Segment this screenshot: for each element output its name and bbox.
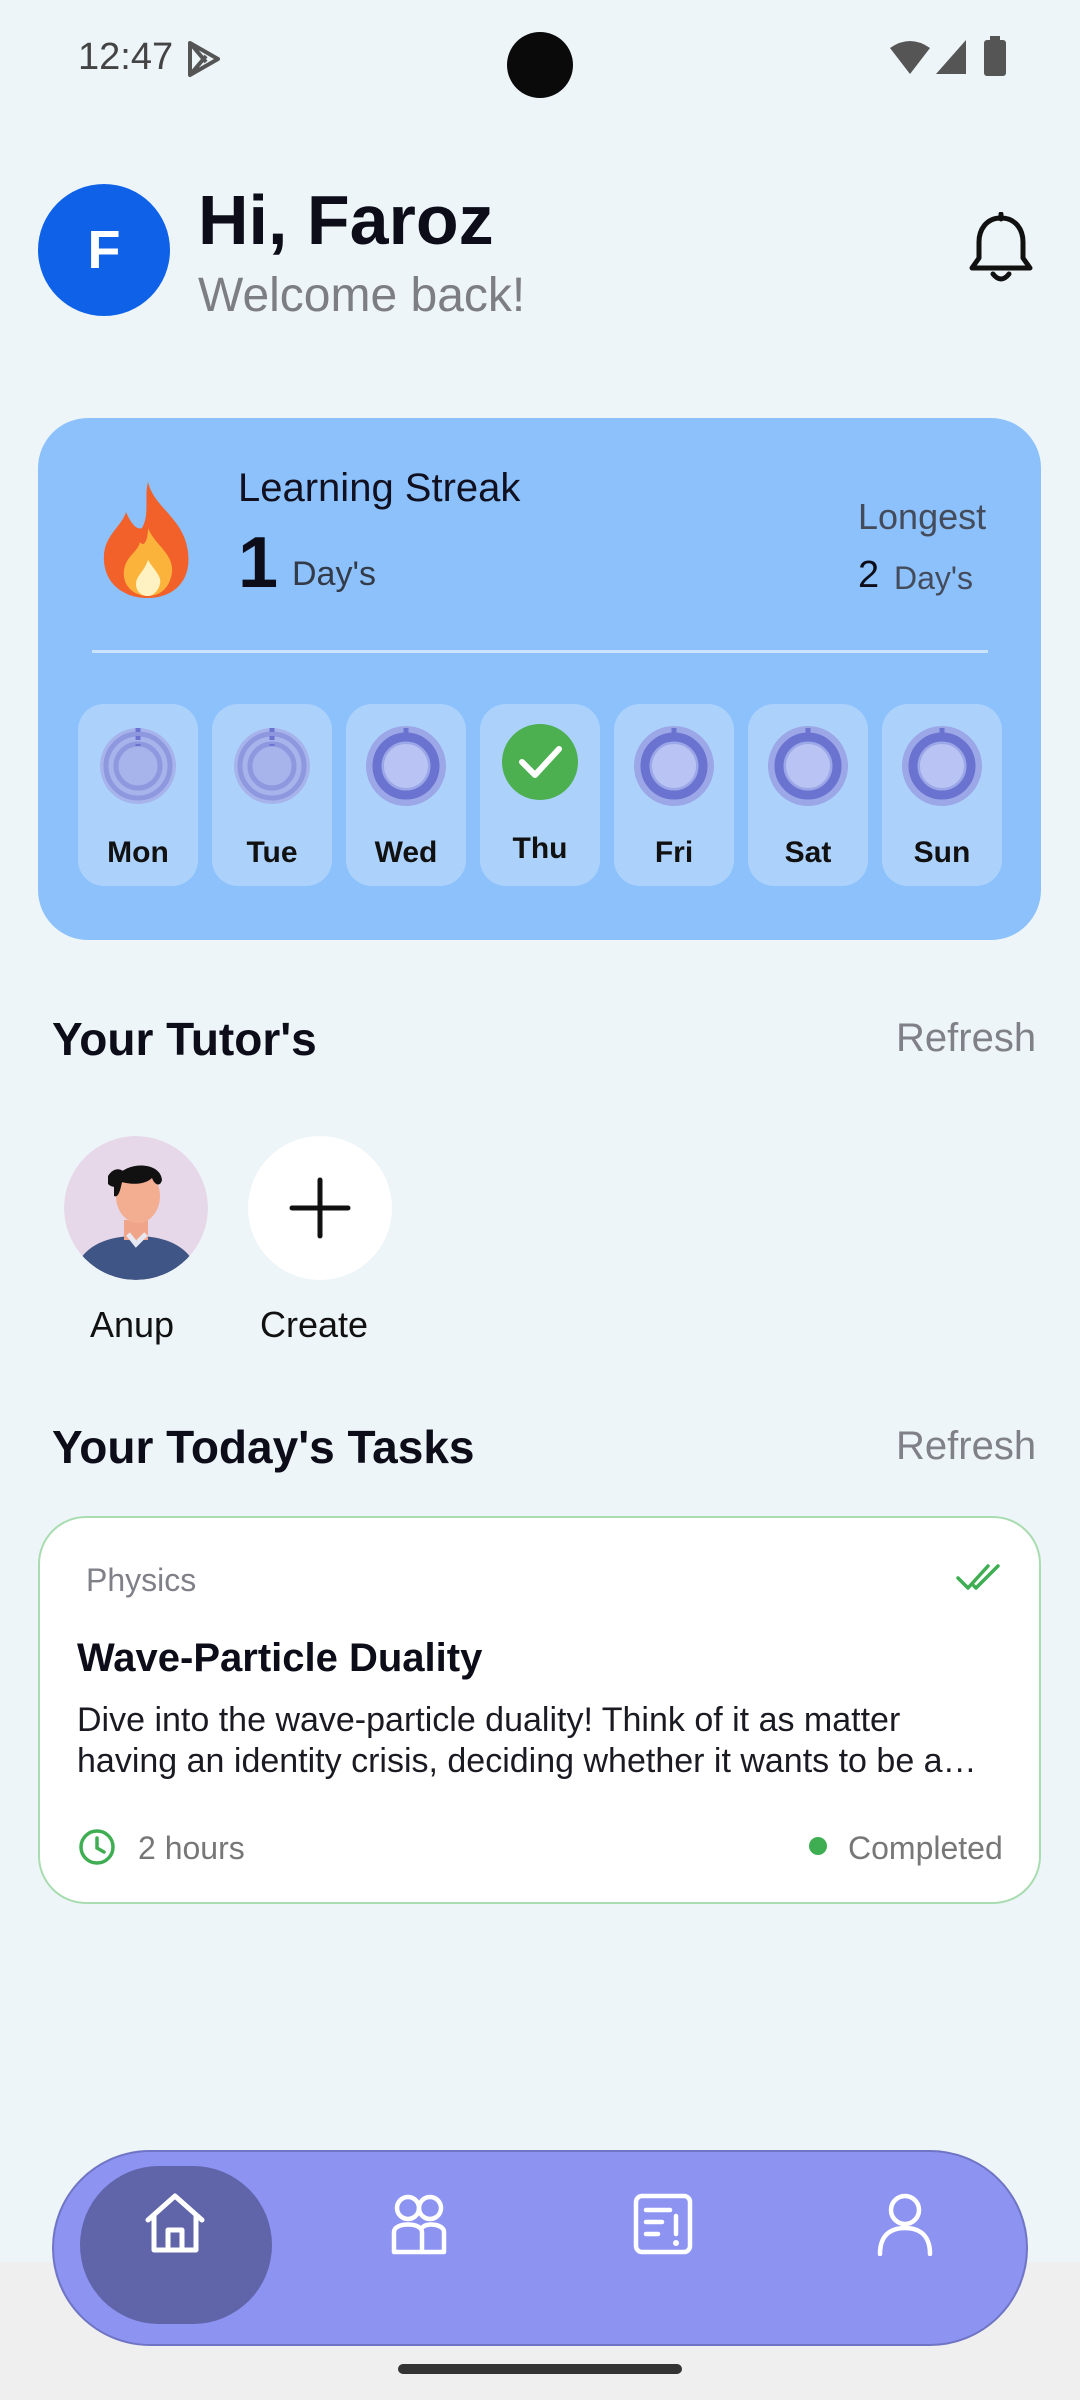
day-label: Fri [654, 836, 694, 869]
day-label: Sun [913, 836, 971, 869]
create-tutor-button[interactable] [248, 1136, 392, 1280]
user-avatar[interactable]: F [38, 184, 170, 316]
progress-ring-icon [634, 726, 714, 806]
streak-current-unit: Day's [292, 555, 376, 593]
status-time: 12:47 [78, 36, 174, 78]
progress-ring-icon [366, 726, 446, 806]
day-label: Sat [784, 836, 832, 869]
create-tutor-label: Create [259, 1304, 369, 1345]
task-title: Wave-Particle Duality [77, 1636, 483, 1680]
task-duration: 2 hours [138, 1830, 245, 1866]
clock-icon [79, 1829, 115, 1865]
tutor-name-label: Anup [89, 1304, 175, 1345]
front-camera [507, 32, 573, 98]
task-subject: Physics [86, 1562, 197, 1598]
tutor-card-anup[interactable] [64, 1136, 208, 1285]
day-label: Thu [512, 832, 568, 865]
day-thu[interactable]: Thu [480, 704, 600, 886]
progress-ring-icon [768, 726, 848, 806]
streak-title: Learning Streak [238, 466, 521, 510]
day-tue[interactable]: Tue [212, 704, 332, 886]
welcome-subtitle: Welcome back! [198, 269, 526, 322]
day-label: Mon [107, 836, 169, 869]
progress-ring-icon [234, 728, 310, 804]
longest-streak-label: Longest [858, 496, 987, 537]
tutor-avatar-image [64, 1136, 208, 1280]
day-mon[interactable]: Mon [78, 704, 198, 886]
play-store-icon [188, 41, 220, 77]
tasks-icon[interactable] [630, 2190, 696, 2256]
day-label: Tue [246, 836, 298, 869]
checkmark-done-icon [502, 724, 578, 800]
notification-bell-icon[interactable] [966, 212, 1036, 288]
greeting-title: Hi, Faroz [198, 181, 494, 259]
fire-icon [103, 482, 189, 598]
wifi-icon [890, 41, 930, 74]
streak-divider [92, 650, 988, 653]
tasks-refresh-button[interactable]: Refresh [896, 1424, 1036, 1469]
streak-current-value: 1 [238, 523, 279, 603]
tutors-section-title: Your Tutor's [52, 1013, 317, 1065]
plus-icon [289, 1177, 351, 1239]
task-description: Dive into the wave-particle duality! Thi… [77, 1701, 977, 1780]
longest-streak-unit: Day's [894, 560, 974, 596]
signal-icon [936, 40, 966, 74]
status-dot [809, 1837, 827, 1855]
home-indicator[interactable] [398, 2364, 682, 2374]
day-fri[interactable]: Fri [614, 704, 734, 886]
tutors-icon[interactable] [386, 2190, 452, 2256]
task-status: Completed [848, 1830, 1003, 1866]
day-sat[interactable]: Sat [748, 704, 868, 886]
progress-ring-icon [902, 726, 982, 806]
day-wed[interactable]: Wed [346, 704, 466, 886]
tasks-section-title: Your Today's Tasks [52, 1421, 475, 1473]
profile-icon[interactable] [872, 2190, 938, 2256]
day-label: Wed [374, 836, 438, 869]
home-icon[interactable] [142, 2190, 208, 2256]
tutors-refresh-button[interactable]: Refresh [896, 1016, 1036, 1061]
battery-icon [984, 36, 1006, 76]
day-sun[interactable]: Sun [882, 704, 1002, 886]
double-check-icon [956, 1564, 1000, 1590]
progress-ring-icon [100, 728, 176, 804]
longest-streak-value: 2 [858, 554, 880, 596]
